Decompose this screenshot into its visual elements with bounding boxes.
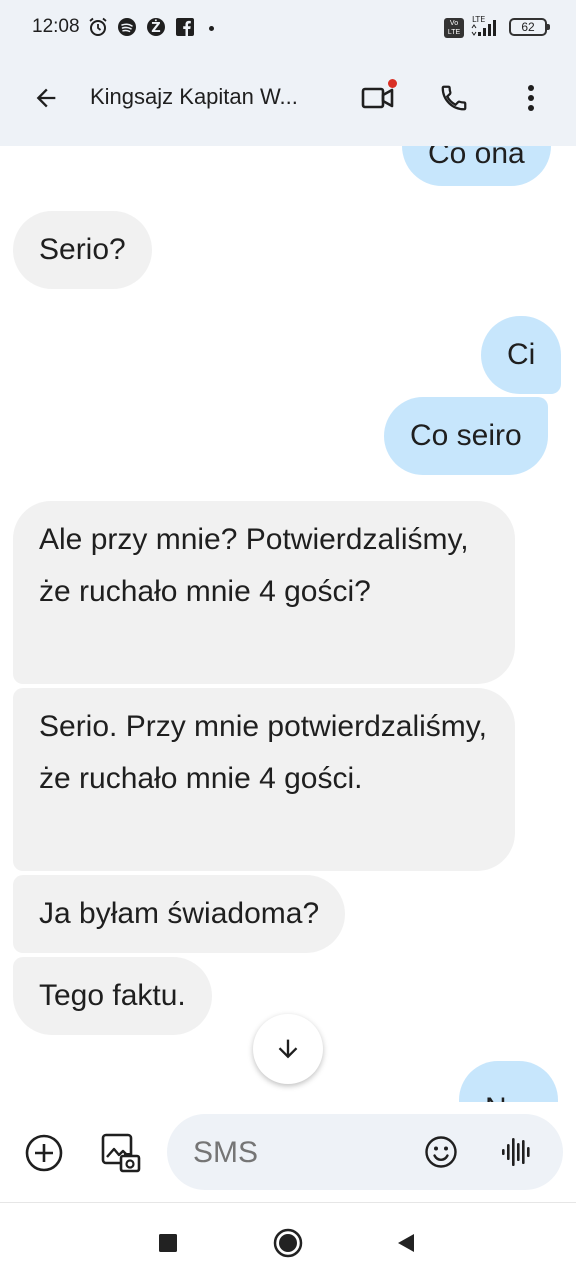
message-text: Ale przy mnie? Potwierdzaliśmy, że rucha…	[39, 523, 469, 608]
message-bubble-incoming[interactable]: Ale przy mnie? Potwierdzaliśmy, że rucha…	[13, 501, 515, 684]
circle-icon	[273, 1228, 303, 1258]
arrow-left-icon	[36, 88, 56, 108]
message-text: Co ona	[428, 146, 525, 170]
more-notifications-dot	[209, 26, 214, 31]
more-vertical-icon	[528, 85, 534, 111]
message-input-container[interactable]	[167, 1114, 563, 1190]
status-time: 12:08	[32, 16, 80, 37]
notification-dot	[388, 79, 397, 88]
recents-button[interactable]	[148, 1223, 188, 1263]
zabka-icon: Ż	[145, 16, 167, 38]
message-bubble-outgoing[interactable]: Co seiro	[384, 397, 548, 475]
arrow-down-icon	[278, 1039, 298, 1059]
more-options-button[interactable]	[509, 76, 553, 120]
status-bar: 12:08 Ż Vo LTE LTE 62	[0, 0, 576, 56]
message-bubble-outgoing[interactable]: Co ona	[402, 146, 551, 186]
message-input[interactable]	[193, 1136, 393, 1170]
message-text: Ci	[507, 338, 536, 371]
conversation-header: Kingsajz Kapitan W...	[0, 56, 576, 146]
alarm-icon	[87, 16, 109, 38]
emoji-button[interactable]	[421, 1132, 461, 1172]
message-text: Serio?	[39, 233, 126, 266]
message-text: No.	[485, 1092, 532, 1102]
voice-message-button[interactable]	[497, 1132, 537, 1172]
message-bubble-incoming[interactable]: Ja byłam świadoma?	[13, 875, 346, 953]
emoji-icon	[425, 1136, 457, 1168]
back-nav-button[interactable]	[386, 1223, 426, 1263]
facebook-icon	[174, 16, 196, 38]
message-bubble-outgoing[interactable]: Ci	[481, 316, 562, 394]
video-camera-icon	[361, 87, 394, 109]
phone-call-button[interactable]	[432, 76, 476, 120]
system-navigation-bar	[0, 1202, 576, 1280]
scroll-to-bottom-button[interactable]	[253, 1014, 323, 1084]
square-icon	[159, 1234, 177, 1252]
signal-icon: LTE	[470, 14, 502, 40]
home-button[interactable]	[268, 1223, 308, 1263]
gallery-button[interactable]	[97, 1129, 145, 1177]
message-text: Serio. Przy mnie potwierdzaliśmy, że ruc…	[39, 710, 487, 795]
compose-bar	[0, 1102, 576, 1202]
message-bubble-incoming[interactable]: Serio. Przy mnie potwierdzaliśmy, że ruc…	[13, 688, 515, 871]
network-label: LTE	[472, 15, 485, 24]
message-bubble-incoming[interactable]: Tego faktu.	[13, 957, 212, 1035]
video-call-button[interactable]	[356, 76, 400, 120]
spotify-icon	[116, 16, 138, 38]
message-bubble-outgoing[interactable]: No.	[459, 1061, 558, 1102]
message-text: Co seiro	[410, 419, 522, 452]
add-attachment-button[interactable]	[20, 1129, 68, 1177]
message-list[interactable]: Co ona Serio? Ci Co seiro Ale przy mnie?…	[0, 146, 576, 1102]
svg-text:Ż: Ż	[151, 20, 160, 36]
triangle-left-icon	[398, 1234, 414, 1252]
contact-name[interactable]: Kingsajz Kapitan W...	[90, 84, 298, 110]
volte-icon: Vo LTE	[444, 18, 464, 38]
waveform-icon	[502, 1138, 530, 1166]
message-bubble-incoming[interactable]: Serio?	[13, 211, 152, 289]
plus-circle-icon	[25, 1134, 63, 1172]
message-text: Tego faktu.	[39, 979, 186, 1012]
back-button[interactable]	[24, 76, 68, 120]
battery-indicator: 62	[509, 18, 550, 36]
message-text: Ja byłam świadoma?	[39, 897, 320, 930]
phone-icon	[441, 85, 467, 111]
gallery-icon	[101, 1133, 141, 1173]
